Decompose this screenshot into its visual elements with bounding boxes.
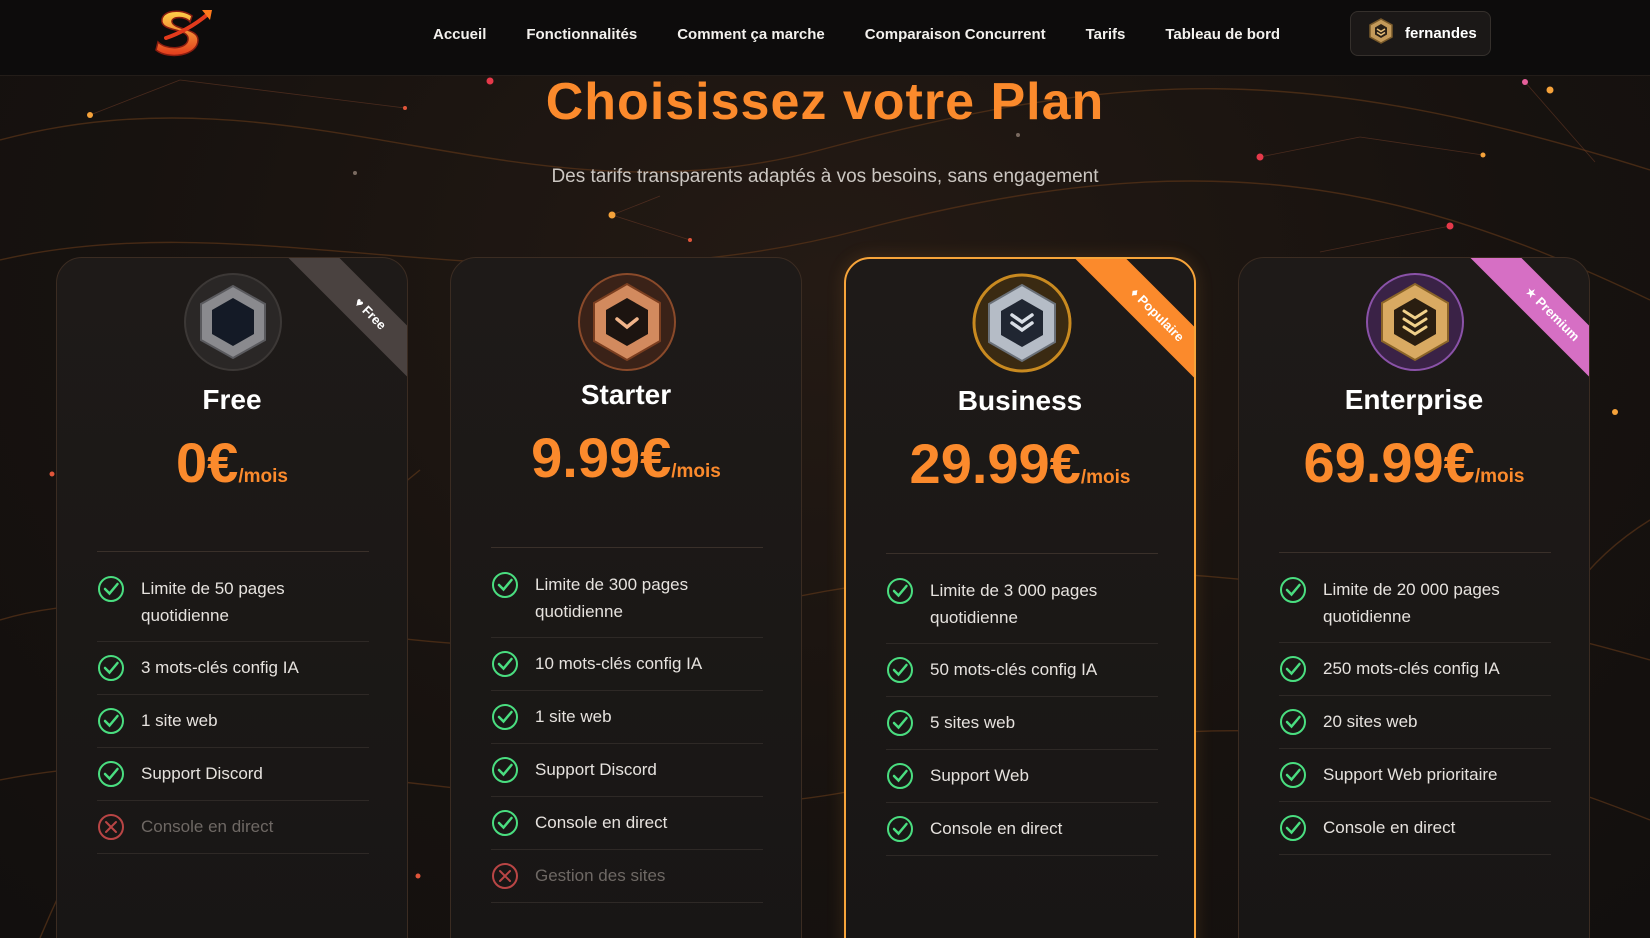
check-icon (491, 809, 519, 837)
plan-card-starter[interactable]: Starter 9.99€/mois Limite de 300 pages q… (450, 257, 802, 938)
check-icon (1279, 708, 1307, 736)
plan-price: 69.99€ (1303, 431, 1475, 494)
check-icon (886, 762, 914, 790)
plan-price-row: 9.99€/mois (451, 425, 801, 490)
check-icon (491, 571, 519, 599)
feature-item: 50 mots-clés config IA (886, 644, 1158, 697)
feature-item: 1 site web (491, 691, 763, 744)
page-title: Choisissez votre Plan (545, 73, 1105, 131)
feature-list: Limite de 20 000 pages quotidienne 250 m… (1279, 564, 1551, 855)
plan-price: 9.99€ (531, 426, 672, 489)
feature-list: Limite de 50 pages quotidienne 3 mots-cl… (97, 563, 369, 854)
check-icon (1279, 576, 1307, 604)
plan-badge-icon (183, 272, 283, 372)
feature-item: Console en direct (491, 797, 763, 850)
check-icon (97, 760, 125, 788)
feature-item: Support Discord (491, 744, 763, 797)
ribbon-premium: ★ Premium (1465, 258, 1589, 401)
feature-item: Limite de 50 pages quotidienne (97, 563, 369, 642)
plan-price-row: 29.99€/mois (846, 431, 1194, 496)
user-rank-icon (1367, 17, 1395, 50)
cross-icon (97, 813, 125, 841)
check-icon (1279, 655, 1307, 683)
top-navbar: Accueil Fonctionnalités Comment ça march… (0, 0, 1650, 76)
check-icon (886, 709, 914, 737)
check-icon (97, 575, 125, 603)
feature-item: 20 sites web (1279, 696, 1551, 749)
nav-link-tableau-de-bord[interactable]: Tableau de bord (1165, 26, 1280, 43)
divider (491, 547, 763, 548)
plan-name: Enterprise (1344, 384, 1484, 415)
nav-links: Accueil Fonctionnalités Comment ça march… (433, 0, 1320, 68)
feature-item: Limite de 300 pages quotidienne (491, 559, 763, 638)
feature-item: Support Web (886, 750, 1158, 803)
feature-item: Limite de 3 000 pages quotidienne (886, 565, 1158, 644)
nav-link-tarifs[interactable]: Tarifs (1086, 26, 1126, 43)
feature-item-disabled: Gestion des sites (491, 850, 763, 903)
feature-list: Limite de 300 pages quotidienne 10 mots-… (491, 559, 763, 903)
check-icon (886, 815, 914, 843)
check-icon (886, 577, 914, 605)
ribbon-free: ♥ Free (283, 258, 407, 401)
nav-link-fonctionnalites[interactable]: Fonctionnalités (526, 26, 637, 43)
feature-item: Console en direct (886, 803, 1158, 856)
check-icon (1279, 761, 1307, 789)
plan-price: 29.99€ (909, 432, 1081, 495)
check-icon (491, 756, 519, 784)
page-subtitle: Des tarifs transparents adaptés à vos be… (551, 166, 1099, 187)
feature-item-disabled: Console en direct (97, 801, 369, 854)
plan-period: /mois (671, 461, 721, 482)
nav-link-accueil[interactable]: Accueil (433, 26, 486, 43)
plan-name: Starter (580, 379, 672, 410)
user-menu-button[interactable]: fernandes (1350, 11, 1491, 56)
username: fernandes (1405, 25, 1477, 42)
plan-price-row: 69.99€/mois (1239, 430, 1589, 495)
feature-item: 10 mots-clés config IA (491, 638, 763, 691)
ribbon-populaire: ♦ Populaire (1070, 259, 1194, 402)
nav-link-comparaison[interactable]: Comparaison Concurrent (865, 26, 1046, 43)
check-icon (491, 650, 519, 678)
divider (97, 551, 369, 552)
feature-item: Support Web prioritaire (1279, 749, 1551, 802)
plan-badge-icon (972, 273, 1072, 373)
check-icon (97, 707, 125, 735)
plan-name: Free (202, 384, 262, 415)
check-icon (1279, 814, 1307, 842)
plan-card-enterprise[interactable]: ★ Premium Enterprise 69.99€/mois Limite … (1238, 257, 1590, 938)
feature-item: 3 mots-clés config IA (97, 642, 369, 695)
plan-period: /mois (1080, 467, 1131, 488)
cross-icon (491, 862, 519, 890)
plan-badge-icon (577, 272, 677, 372)
feature-item: 250 mots-clés config IA (1279, 643, 1551, 696)
plan-period: /mois (238, 466, 288, 487)
feature-item: 1 site web (97, 695, 369, 748)
plan-name: Business (957, 385, 1083, 416)
nav-link-comment[interactable]: Comment ça marche (677, 26, 825, 43)
divider (1279, 552, 1551, 553)
divider (886, 553, 1158, 554)
check-icon (97, 654, 125, 682)
feature-item: Console en direct (1279, 802, 1551, 855)
plan-card-business[interactable]: ♦ Populaire Business 29.99€/mois Limite … (844, 257, 1196, 938)
feature-list: Limite de 3 000 pages quotidienne 50 mot… (886, 565, 1158, 856)
plan-price-row: 0€/mois (57, 430, 407, 495)
feature-item: Limite de 20 000 pages quotidienne (1279, 564, 1551, 643)
plan-price: 0€ (176, 431, 239, 494)
plan-badge-icon (1365, 272, 1465, 372)
check-icon (886, 656, 914, 684)
feature-item: 5 sites web (886, 697, 1158, 750)
feature-item: Support Discord (97, 748, 369, 801)
check-icon (491, 703, 519, 731)
brand-logo[interactable] (152, 4, 216, 58)
plan-period: /mois (1474, 466, 1525, 487)
plan-card-free[interactable]: ♥ Free Free 0€/mois Limite de 50 pages q… (56, 257, 408, 938)
